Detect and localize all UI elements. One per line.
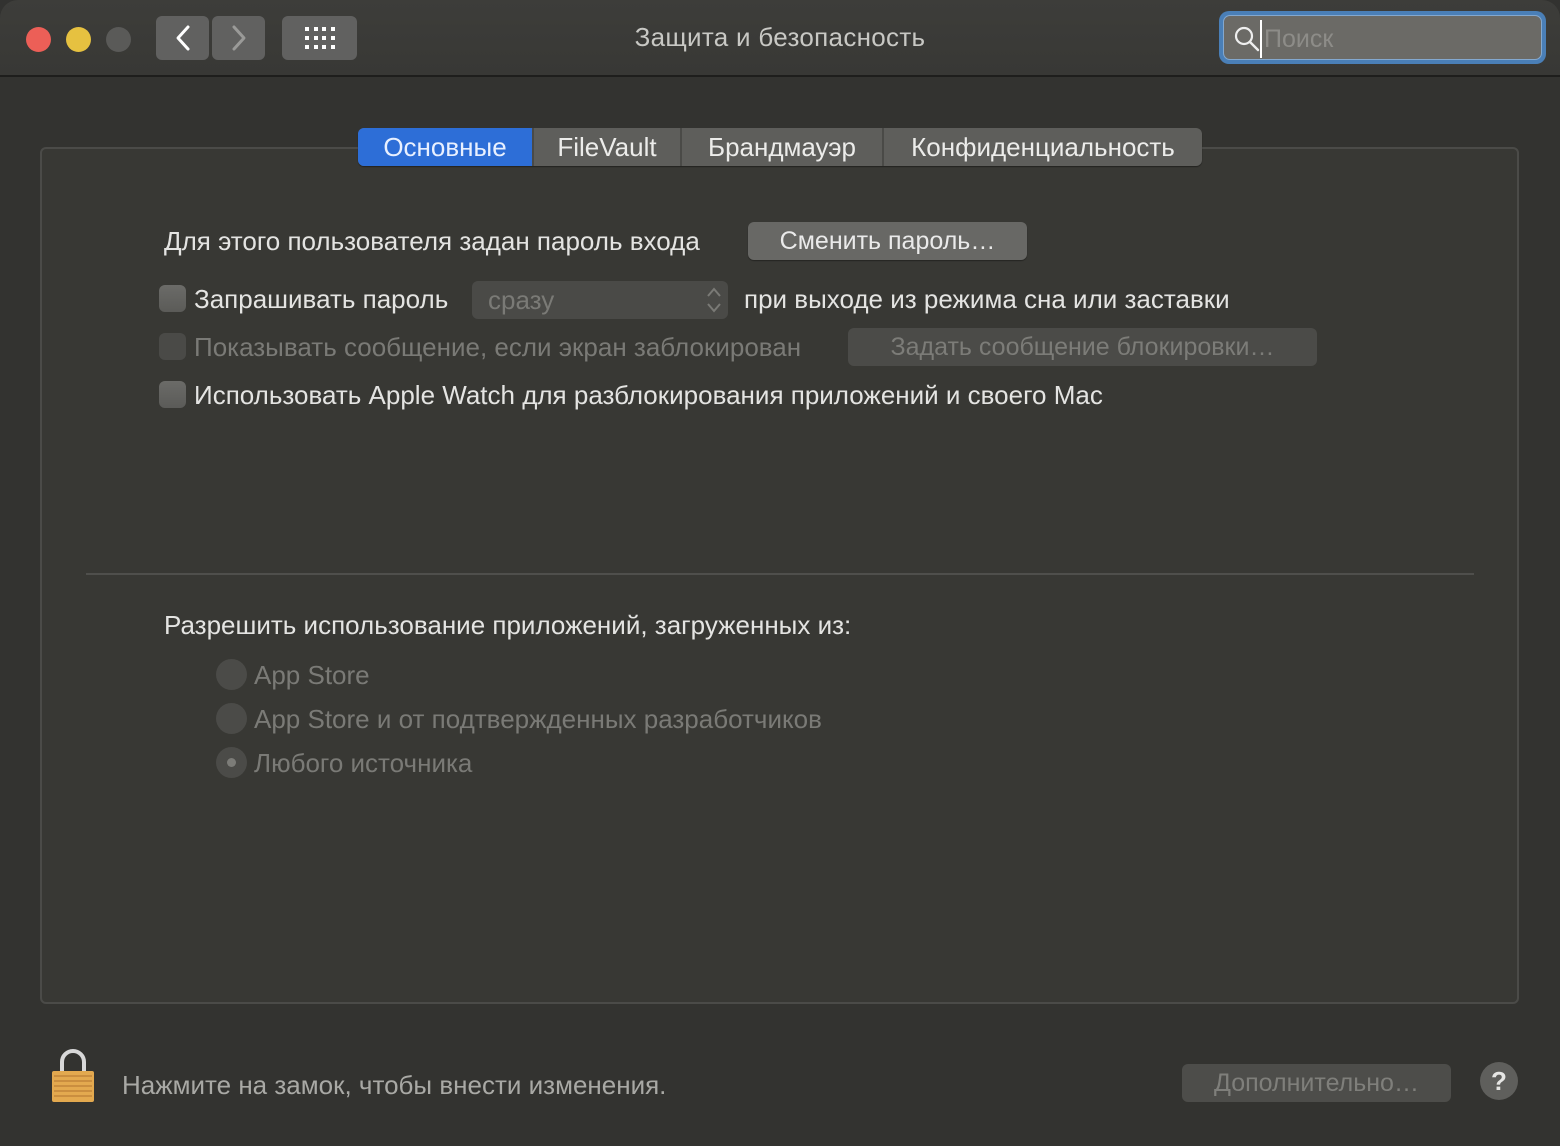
radio-app-store-label: App Store <box>254 660 370 690</box>
tab-privacy[interactable]: Конфиденциальность <box>884 128 1202 166</box>
set-lock-message-button[interactable]: Задать сообщение блокировки… <box>848 328 1317 366</box>
tab-filevault[interactable]: FileVault <box>534 128 682 166</box>
security-preferences-window: Защита и безопасность Основные FileVault… <box>0 0 1560 1146</box>
radio-anywhere-label: Любого источника <box>254 748 473 778</box>
section-divider <box>86 573 1474 575</box>
radio-app-store-identified-label: App Store и от подтвержденных разработчи… <box>254 704 822 734</box>
search-field-inner <box>1223 15 1542 60</box>
require-password-suffix: при выходе из режима сна или заставки <box>744 284 1230 314</box>
titlebar: Защита и безопасность <box>0 0 1560 77</box>
search-input[interactable] <box>1260 20 1536 58</box>
lock-hint-text: Нажмите на замок, чтобы внести изменения… <box>122 1070 667 1100</box>
require-password-label: Запрашивать пароль <box>194 284 449 314</box>
allow-apps-heading: Разрешить использование приложений, загр… <box>164 610 852 640</box>
show-message-checkbox[interactable] <box>159 333 186 360</box>
search-field[interactable] <box>1219 11 1546 64</box>
help-button[interactable]: ? <box>1480 1062 1518 1100</box>
general-panel <box>40 147 1519 1004</box>
radio-app-store-identified[interactable] <box>216 703 247 734</box>
tab-general[interactable]: Основные <box>358 128 534 166</box>
apple-watch-checkbox[interactable] <box>159 381 186 408</box>
lock-icon[interactable] <box>50 1048 96 1104</box>
apple-watch-label: Использовать Apple Watch для разблокиров… <box>194 380 1103 410</box>
radio-anywhere[interactable] <box>216 747 247 778</box>
radio-selected-dot <box>227 758 236 767</box>
password-set-label: Для этого пользователя задан пароль вход… <box>164 226 700 256</box>
search-icon <box>1234 26 1260 52</box>
show-message-label: Показывать сообщение, если экран заблоки… <box>194 332 802 362</box>
advanced-button[interactable]: Дополнительно… <box>1182 1064 1451 1102</box>
require-password-delay-select[interactable]: сразу <box>472 281 728 319</box>
tab-firewall[interactable]: Брандмауэр <box>682 128 884 166</box>
require-password-checkbox[interactable] <box>159 285 186 312</box>
radio-app-store[interactable] <box>216 659 247 690</box>
updown-chevron-icon <box>707 287 721 313</box>
tab-bar: Основные FileVault Брандмауэр Конфиденци… <box>358 128 1202 166</box>
select-value: сразу <box>488 285 555 315</box>
change-password-button[interactable]: Сменить пароль… <box>748 222 1027 260</box>
